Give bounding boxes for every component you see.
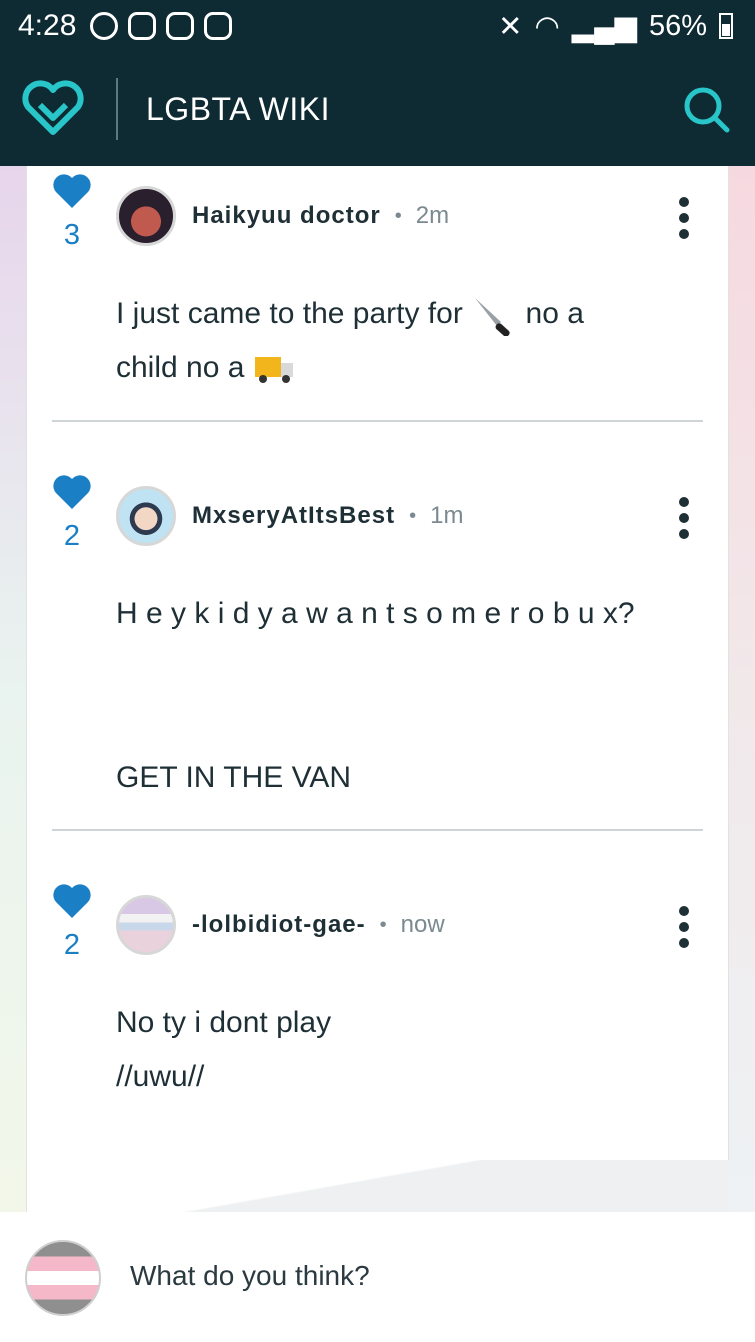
signal-icon: ▂▄▆ <box>571 10 637 43</box>
comment-meta: MxseryAtItsBest • 1m <box>192 502 463 530</box>
like-button[interactable]: 3 <box>52 173 92 252</box>
whatsapp-icon <box>90 12 119 40</box>
comment-meta: -lolbidiot-gae- • now <box>192 911 445 939</box>
knife-emoji-icon <box>475 298 510 337</box>
card-bottom-edge <box>26 1160 729 1212</box>
timestamp: now <box>400 911 445 938</box>
appbar-divider <box>116 78 118 140</box>
separator-dot: • <box>409 504 417 527</box>
more-vertical-icon <box>679 197 689 207</box>
comment-text-line: GET IN THE VAN <box>116 761 352 794</box>
more-vertical-icon <box>679 906 689 916</box>
more-options-button[interactable] <box>672 197 696 239</box>
avatar[interactable] <box>116 486 176 546</box>
separator-dot: • <box>379 913 387 936</box>
like-count: 2 <box>63 929 81 961</box>
gallery-icon <box>204 12 233 40</box>
battery-percent: 56% <box>648 9 707 42</box>
like-count: 3 <box>63 219 81 251</box>
comment-text-line: No ty i dont play <box>116 1006 332 1039</box>
comment-meta: Haikyuu doctor • 2m <box>192 202 449 230</box>
app-title: LGBTA WIKI <box>146 90 330 127</box>
more-options-button[interactable] <box>672 497 696 539</box>
truck-emoji-icon <box>254 357 293 384</box>
author-name[interactable]: Haikyuu doctor <box>192 202 381 230</box>
heart-icon[interactable] <box>52 883 92 919</box>
avatar[interactable] <box>116 186 176 246</box>
like-count: 2 <box>63 520 81 552</box>
status-bar: 4:28 ✕ ◠ ▂▄▆ 56% <box>0 0 755 52</box>
notification-icons <box>90 12 233 40</box>
comment-text-line: H e y k i d y a w a n t s o m e r o b u … <box>116 597 635 630</box>
more-vertical-icon <box>679 497 689 507</box>
comment-text-line: //uwu// <box>116 1060 205 1093</box>
battery-icon <box>719 13 733 39</box>
background-left <box>0 166 26 1212</box>
like-button[interactable]: 2 <box>52 474 92 553</box>
timestamp: 1m <box>430 502 464 529</box>
status-right: ✕ ◠ ▂▄▆ 56% <box>498 9 733 44</box>
background-right <box>729 166 755 1212</box>
comment-body: No ty i dont play //uwu// <box>116 996 331 1104</box>
more-options-button[interactable] <box>672 906 696 948</box>
heart-icon[interactable] <box>52 173 92 209</box>
comment-text-line: no a <box>525 297 584 330</box>
author-name[interactable]: MxseryAtItsBest <box>192 502 395 530</box>
comment-body: H e y k i d y a w a n t s o m e r o b u … <box>116 587 635 641</box>
heart-logo-icon[interactable] <box>22 78 84 140</box>
heart-icon[interactable] <box>52 474 92 510</box>
comment-body: I just came to the party for no a child … <box>116 287 584 395</box>
instagram-icon <box>128 12 157 40</box>
wifi-icon: ◠ <box>534 10 560 43</box>
status-time: 4:28 <box>18 9 77 42</box>
avatar[interactable] <box>116 895 176 955</box>
like-button[interactable]: 2 <box>52 883 92 962</box>
app-bar: LGBTA WIKI <box>0 52 755 166</box>
comment-text-line: I just came to the party for <box>116 297 463 330</box>
timestamp: 2m <box>415 202 450 229</box>
separator-dot: • <box>394 204 402 227</box>
comment-body: GET IN THE VAN <box>116 751 351 805</box>
comment-divider <box>52 829 703 831</box>
search-icon[interactable] <box>681 84 731 134</box>
comment-divider <box>52 420 703 422</box>
comment-input[interactable]: What do you think? <box>130 1260 370 1292</box>
comment-input-bar: What do you think? <box>0 1212 755 1342</box>
instagram-icon-2 <box>166 12 195 40</box>
mute-icon: ✕ <box>498 10 523 43</box>
user-avatar[interactable] <box>25 1240 101 1316</box>
author-name[interactable]: -lolbidiot-gae- <box>192 911 366 939</box>
comment-text-line: child no a <box>116 351 245 384</box>
